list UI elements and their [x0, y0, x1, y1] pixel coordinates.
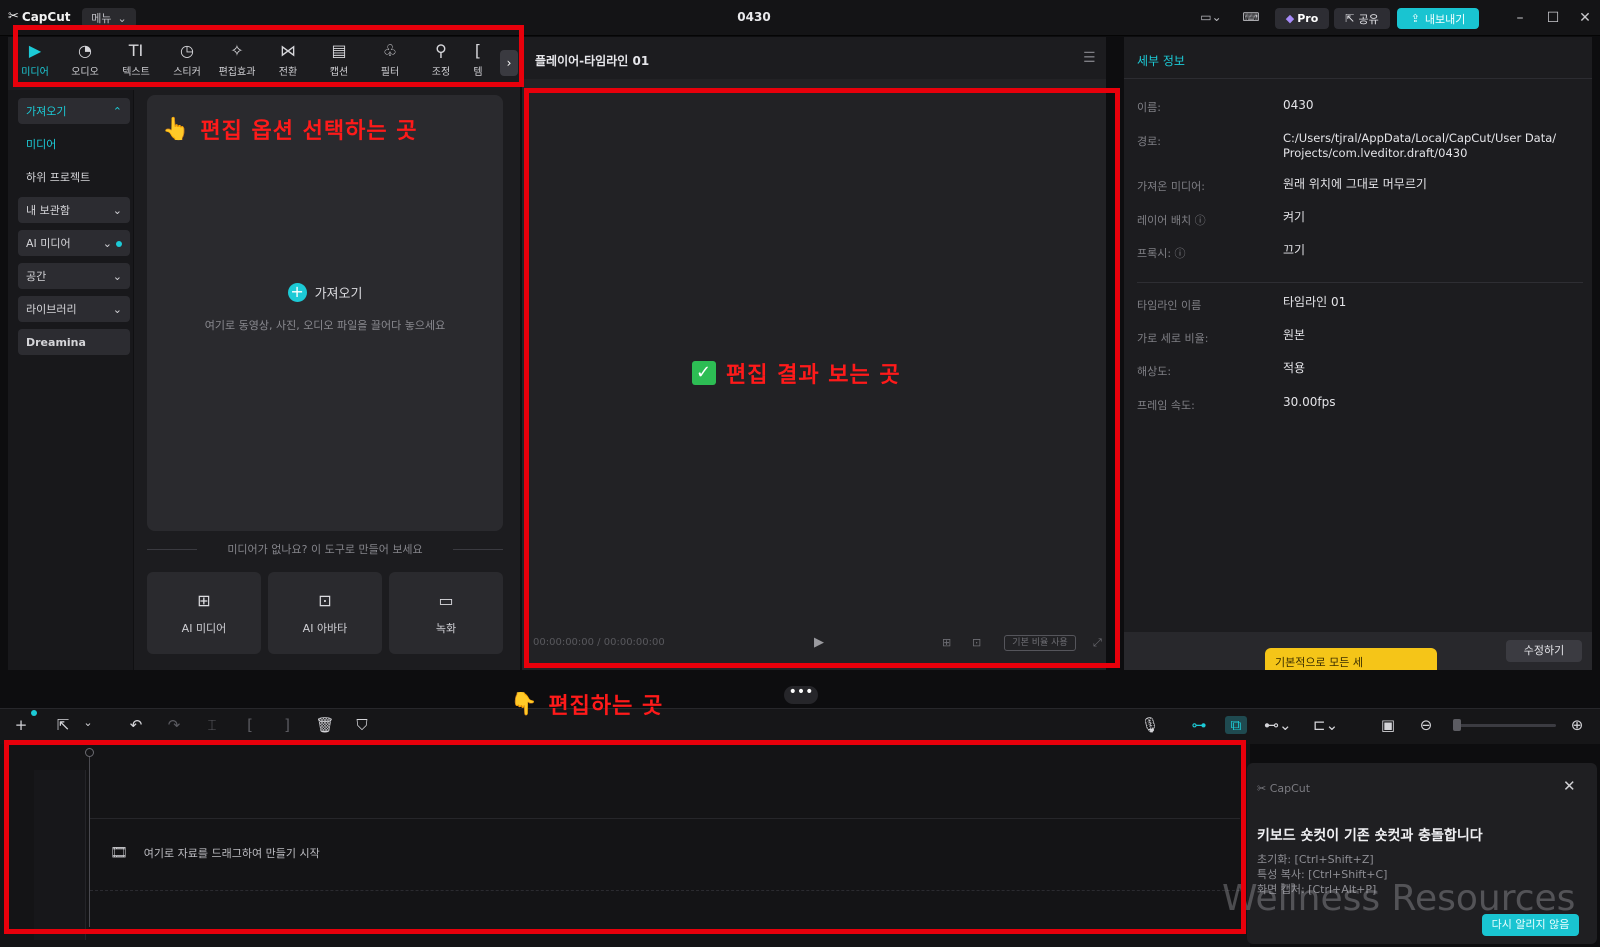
annotation-edit-here: 👇 편집하는 곳 — [510, 691, 664, 720]
media-side-nav: 가져오기 ⌃ 미디어 하위 프로젝트 내 보관함 ⌄ AI 미디어 ⌄ 공간 ⌄ 라이브… — [8, 90, 134, 670]
details-header — [1124, 37, 1592, 79]
pro-button[interactable]: ◆ Pro — [1275, 8, 1329, 29]
zoom-slider[interactable] — [1456, 724, 1556, 727]
notification-dot-icon — [31, 710, 37, 716]
detail-value: 0430 — [1283, 98, 1314, 112]
select-cursor-icon[interactable]: ⇱ — [52, 716, 74, 734]
export-button[interactable]: ⇪ 내보내기 — [1397, 8, 1479, 29]
detail-value: 30.00fps — [1283, 395, 1336, 409]
microphone-icon[interactable]: 🎙 — [1139, 716, 1161, 734]
caption-toggle-icon[interactable]: ▣ — [1377, 716, 1399, 734]
toast-logo: ✂ CapCut — [1257, 782, 1311, 795]
default-tip-button[interactable]: 기본적으로 모든 세 — [1265, 648, 1437, 670]
maximize-icon[interactable]: ☐ — [1543, 9, 1563, 27]
detail-label: 해상도: — [1137, 365, 1172, 378]
snap-icon[interactable]: ⧉ — [1225, 716, 1247, 734]
pointing-hand-icon: 👆 — [162, 116, 191, 142]
toast-shortcut-line: 초기화: [Ctrl+Shift+Z] — [1257, 853, 1374, 866]
close-window-icon[interactable]: ✕ — [1575, 9, 1595, 27]
modify-button[interactable]: 수정하기 — [1506, 640, 1582, 662]
share-button[interactable]: ⇱ 공유 — [1334, 8, 1390, 29]
share-icon: ⇱ — [1345, 12, 1355, 25]
chevron-down-icon[interactable]: ⌄ — [77, 716, 99, 729]
redo-icon[interactable]: ↷ — [163, 716, 185, 734]
add-icon[interactable]: + — [10, 716, 32, 734]
check-mark-icon: ✓ — [692, 361, 716, 385]
nav-dreamina[interactable]: Dreamina — [18, 329, 130, 355]
import-drop-zone[interactable] — [147, 95, 503, 531]
new-dot-icon — [116, 240, 122, 247]
chevron-down-icon: ⌄ — [112, 302, 122, 316]
detail-value: C:/Users/tjral/AppData/Local/CapCut/User… — [1283, 131, 1557, 160]
ai-media-card[interactable]: ⊞ AI 미디어 — [147, 572, 261, 654]
detail-label: 이름: — [1137, 101, 1161, 114]
detail-value: 타임라인 01 — [1283, 295, 1347, 309]
preview-axis-icon[interactable]: ⊏⌄ — [1313, 716, 1338, 734]
import-button[interactable]: + 가져오기 — [147, 283, 503, 302]
dont-show-again-button[interactable]: 다시 알리지 않음 — [1482, 914, 1579, 936]
nav-ai-media[interactable]: AI 미디어 ⌄ — [18, 230, 130, 256]
annotation-box-tool-tabs — [13, 25, 524, 87]
toast-title: 키보드 숏컷이 기존 숏컷과 충돌합니다 — [1257, 828, 1483, 844]
nav-media[interactable]: 미디어 — [18, 131, 130, 157]
ai-avatar-icon: ⊡ — [318, 590, 332, 610]
detail-label: 가로 세로 비율: — [1137, 332, 1209, 345]
nav-library[interactable]: 라이브러리 ⌄ — [18, 296, 130, 322]
nav-space[interactable]: 공간 ⌄ — [18, 263, 130, 289]
detail-label: 경로: — [1137, 135, 1161, 148]
detail-label: 타임라인 이름 — [1137, 299, 1202, 312]
camera-icon: ▭ — [438, 590, 454, 610]
pointing-down-hand-icon: 👇 — [510, 691, 539, 717]
chevron-down-icon: ⌄ — [112, 269, 122, 283]
ai-media-icon: ⊞ — [197, 590, 211, 610]
details-title: 세부 정보 — [1137, 54, 1185, 68]
detail-label: 프록시: ⓘ — [1137, 247, 1186, 260]
detail-value: 켜기 — [1283, 210, 1306, 224]
undo-icon[interactable]: ↶ — [125, 716, 147, 734]
delete-icon[interactable]: 🗑 — [314, 716, 336, 734]
zoom-slider-handle[interactable] — [1453, 719, 1461, 731]
annotation-select-options: 👆 편집 옵션 선택하는 곳 — [162, 116, 418, 145]
no-media-divider-text: 미디어가 없나요? 이 도구로 만들어 보세요 — [227, 543, 423, 556]
trim-left-icon[interactable]: [ — [239, 716, 261, 734]
detail-value: 적용 — [1283, 361, 1306, 375]
hamburger-menu-icon[interactable]: ☰ — [1083, 50, 1096, 66]
layout-icon[interactable]: ▭⌄ — [1200, 10, 1222, 26]
minimize-icon[interactable]: – — [1510, 9, 1530, 27]
close-icon[interactable]: ✕ — [1563, 777, 1576, 795]
nav-sub-project[interactable]: 하위 프로젝트 — [18, 164, 130, 190]
shield-icon[interactable]: ⛉ — [351, 716, 373, 734]
player-title: 플레이어-타임라인 01 — [535, 54, 650, 68]
divider-line — [1137, 282, 1583, 283]
nav-my-storage[interactable]: 내 보관함 ⌄ — [18, 197, 130, 223]
detail-value: 원래 위치에 그대로 머무르기 — [1283, 177, 1427, 191]
link-icon[interactable]: ⊷⌄ — [1264, 716, 1292, 734]
detail-value: 원본 — [1283, 328, 1306, 342]
detail-label: 프레임 속도: — [1137, 399, 1195, 412]
split-icon[interactable]: ⌶ — [201, 716, 223, 734]
shortcut-keyboard-icon[interactable]: ⌨ — [1240, 10, 1262, 26]
detail-value: 끄기 — [1283, 243, 1306, 257]
ai-avatar-card[interactable]: ⊡ AI 아바타 — [268, 572, 382, 654]
zoom-in-icon[interactable]: ⊕ — [1566, 716, 1588, 734]
chevron-up-icon: ⌃ — [112, 104, 122, 118]
resize-handle-icon[interactable]: ••• — [784, 685, 818, 704]
zoom-out-icon[interactable]: ⊖ — [1415, 716, 1437, 734]
nav-import[interactable]: 가져오기 ⌃ — [18, 98, 130, 124]
upload-icon: ⇪ — [1410, 12, 1420, 25]
watermark: Wellness Resources — [1222, 878, 1576, 919]
diamond-icon: ◆ — [1285, 12, 1295, 25]
trim-right-icon[interactable]: ] — [276, 716, 298, 734]
annotation-box-timeline — [4, 740, 1246, 934]
chevron-down-icon: ⌄ — [112, 203, 122, 217]
plus-circle-icon: + — [287, 283, 307, 302]
import-hint: 여기로 동영상, 사진, 오디오 파일을 끌어다 놓으세요 — [204, 319, 446, 332]
detail-label: 레이어 배치 ⓘ — [1137, 214, 1206, 227]
magnet-link-icon[interactable]: ⊶ — [1188, 716, 1210, 734]
record-card[interactable]: ▭ 녹화 — [389, 572, 503, 654]
detail-label: 가져온 미디어: — [1137, 180, 1205, 193]
annotation-view-result: ✓ 편집 결과 보는 곳 — [692, 357, 901, 389]
